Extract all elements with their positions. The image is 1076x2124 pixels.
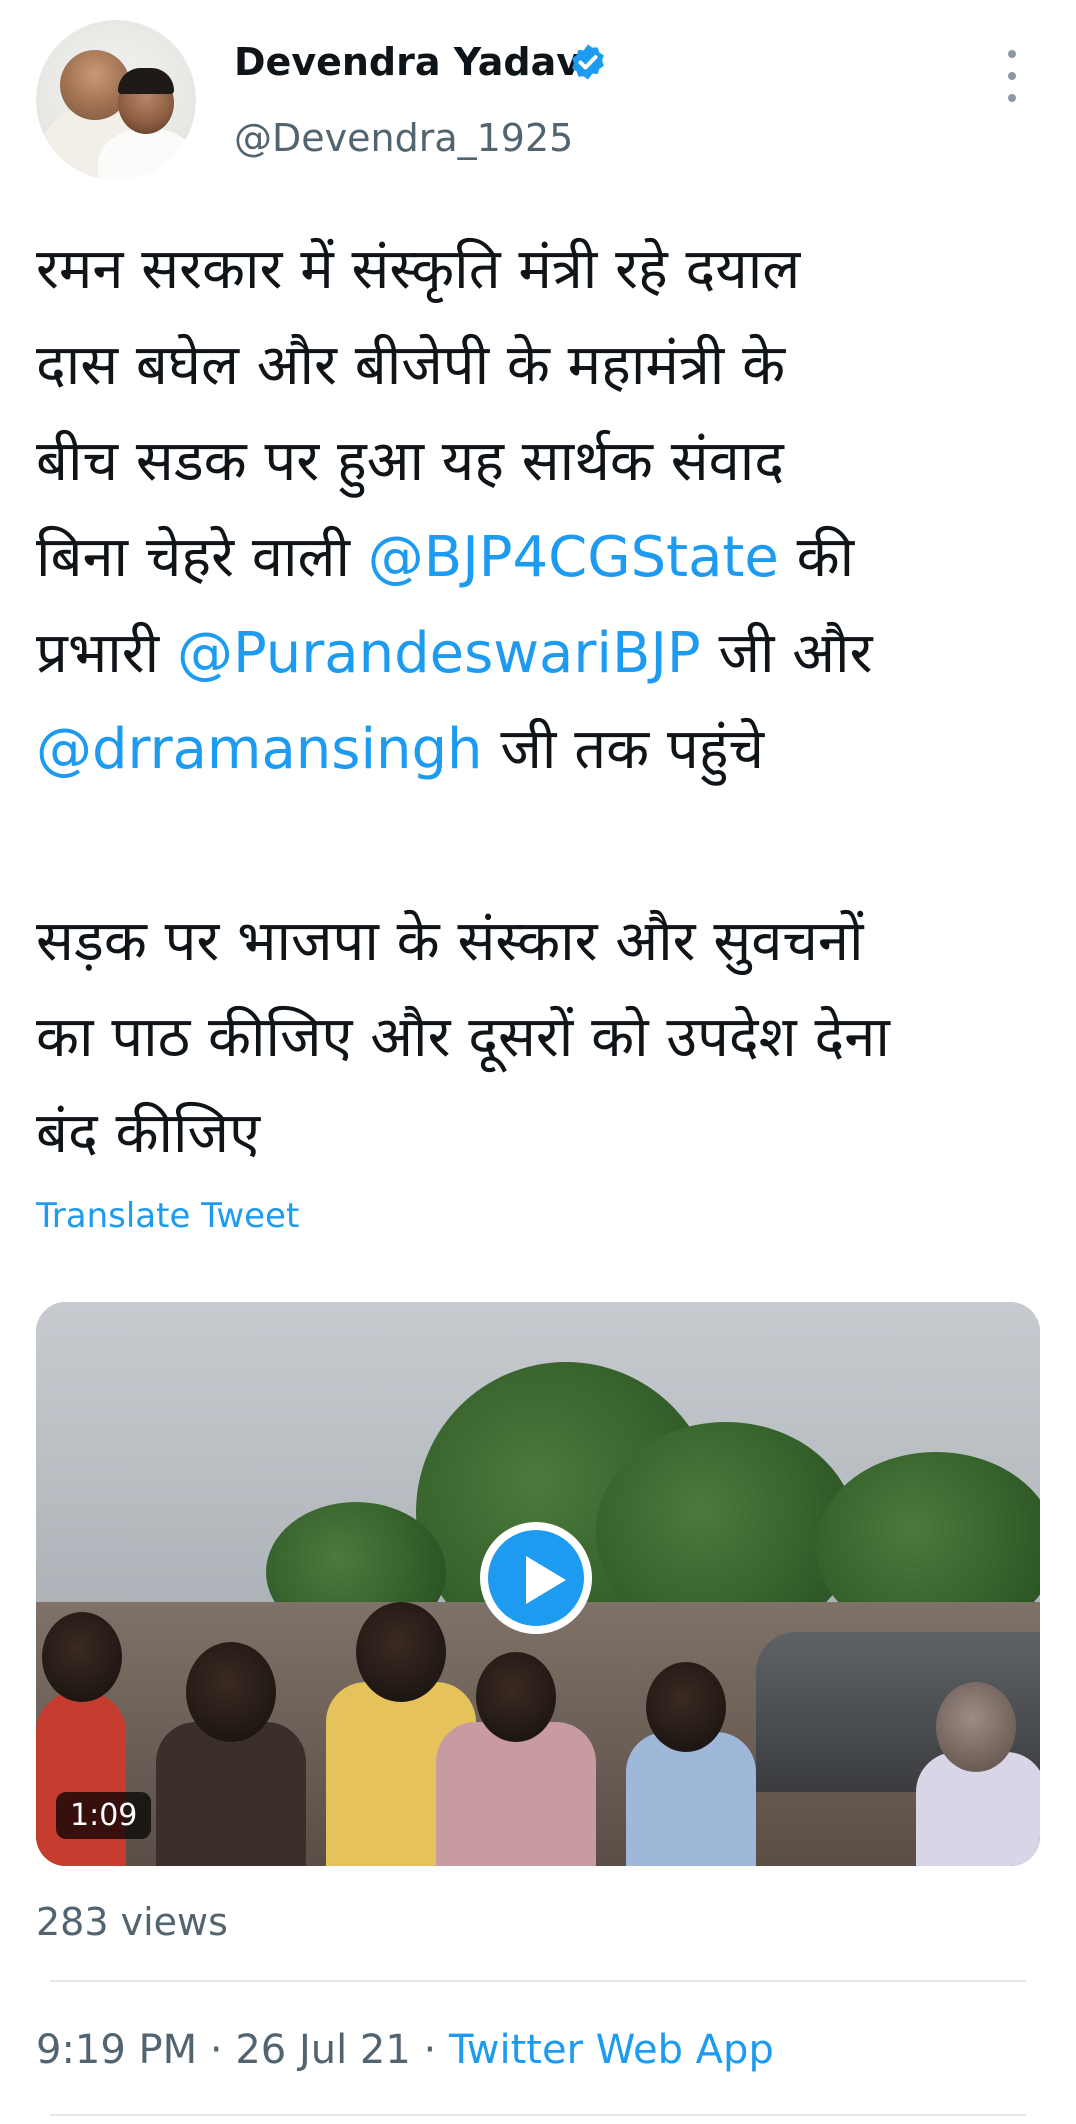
tweet-text-segment: का पाठ कीजिए और दूसरों को उपदेश देना	[36, 1005, 890, 1070]
tweet-text-line: रमन सरकार में संस्कृति मंत्री रहे दयाल	[36, 222, 1046, 318]
tweet-text-line: दास बघेल और बीजेपी के महामंत्री के	[36, 318, 1046, 414]
tweet-text-segment: सड़क पर भाजपा के संस्कार और सुवचनों	[36, 909, 864, 974]
mention-link[interactable]: @BJP4CGState	[368, 525, 779, 590]
video-frame-person	[356, 1602, 446, 1702]
avatar[interactable]	[36, 20, 196, 180]
tweet-text-line: बंद कीजिए	[36, 1086, 1046, 1182]
translate-tweet-link[interactable]: Translate Tweet	[36, 1196, 299, 1236]
view-count: 283 views	[36, 1900, 228, 1944]
tweet-text-segment: बिना चेहरे वाली	[36, 525, 368, 590]
video-player[interactable]: 1:09	[36, 1302, 1040, 1866]
meta-separator: ·	[197, 2027, 236, 2073]
tweet-text-line: का पाठ कीजिए और दूसरों को उपदेश देना	[36, 990, 1046, 1086]
mention-link[interactable]: @drramansingh	[36, 717, 483, 782]
tweet-meta: 9:19 PM · 26 Jul 21 · Twitter Web App	[36, 2027, 774, 2073]
tweet-text-line: सड़क पर भाजपा के संस्कार और सुवचनों	[36, 894, 1046, 990]
more-options-icon[interactable]	[1000, 48, 1024, 108]
tweet-text-segment: रमन सरकार में संस्कृति मंत्री रहे दयाल	[36, 237, 801, 302]
tweet-text-segment: की	[778, 525, 855, 590]
tweet-text-line: @drramansingh जी तक पहुंचे	[36, 702, 1046, 798]
video-frame-person	[42, 1612, 122, 1702]
video-frame-person	[626, 1732, 756, 1866]
author-name[interactable]: Devendra Yadav	[234, 40, 581, 84]
video-frame-person	[36, 1692, 126, 1866]
tweet-text-line	[36, 798, 1046, 894]
tweet-text-line: प्रभारी @PurandeswariBJP जी और	[36, 606, 1046, 702]
mention-link[interactable]: @PurandeswariBJP	[177, 621, 701, 686]
video-frame-person	[186, 1642, 276, 1742]
play-icon[interactable]	[480, 1522, 592, 1634]
video-duration-badge: 1:09	[56, 1792, 152, 1839]
divider	[50, 2114, 1026, 2116]
tweet-text-segment: जी और	[700, 621, 873, 686]
tweet-date[interactable]: 26 Jul 21	[235, 2027, 411, 2073]
tweet-text-line: बिना चेहरे वाली @BJP4CGState की	[36, 510, 1046, 606]
tweet-text: रमन सरकार में संस्कृति मंत्री रहे दयाल दा…	[36, 222, 1046, 1182]
tweet-text-segment: बीच सडक पर हुआ यह सार्थक संवाद	[36, 429, 784, 494]
tweet-source-link[interactable]: Twitter Web App	[449, 2027, 774, 2073]
avatar-person-hair-2	[118, 68, 174, 94]
tweet-header: Devendra Yadav @Devendra_1925	[0, 0, 1076, 190]
author-handle[interactable]: @Devendra_1925	[234, 116, 573, 160]
video-frame-person	[156, 1722, 306, 1866]
video-frame-person	[646, 1662, 726, 1752]
tweet-text-segment: जी तक पहुंचे	[482, 717, 765, 782]
meta-separator: ·	[410, 2027, 449, 2073]
tweet-text-segment: प्रभारी	[36, 621, 177, 686]
tweet-time[interactable]: 9:19 PM	[36, 2027, 197, 2073]
video-frame-person	[476, 1652, 556, 1742]
divider	[50, 1980, 1026, 1982]
tweet-text-line: बीच सडक पर हुआ यह सार्थक संवाद	[36, 414, 1046, 510]
verified-badge-icon	[572, 44, 604, 80]
tweet-text-segment: दास बघेल और बीजेपी के महामंत्री के	[36, 333, 786, 398]
video-frame-person	[936, 1682, 1016, 1772]
video-frame-person	[436, 1722, 596, 1866]
tweet-text-segment: बंद कीजिए	[36, 1101, 261, 1166]
